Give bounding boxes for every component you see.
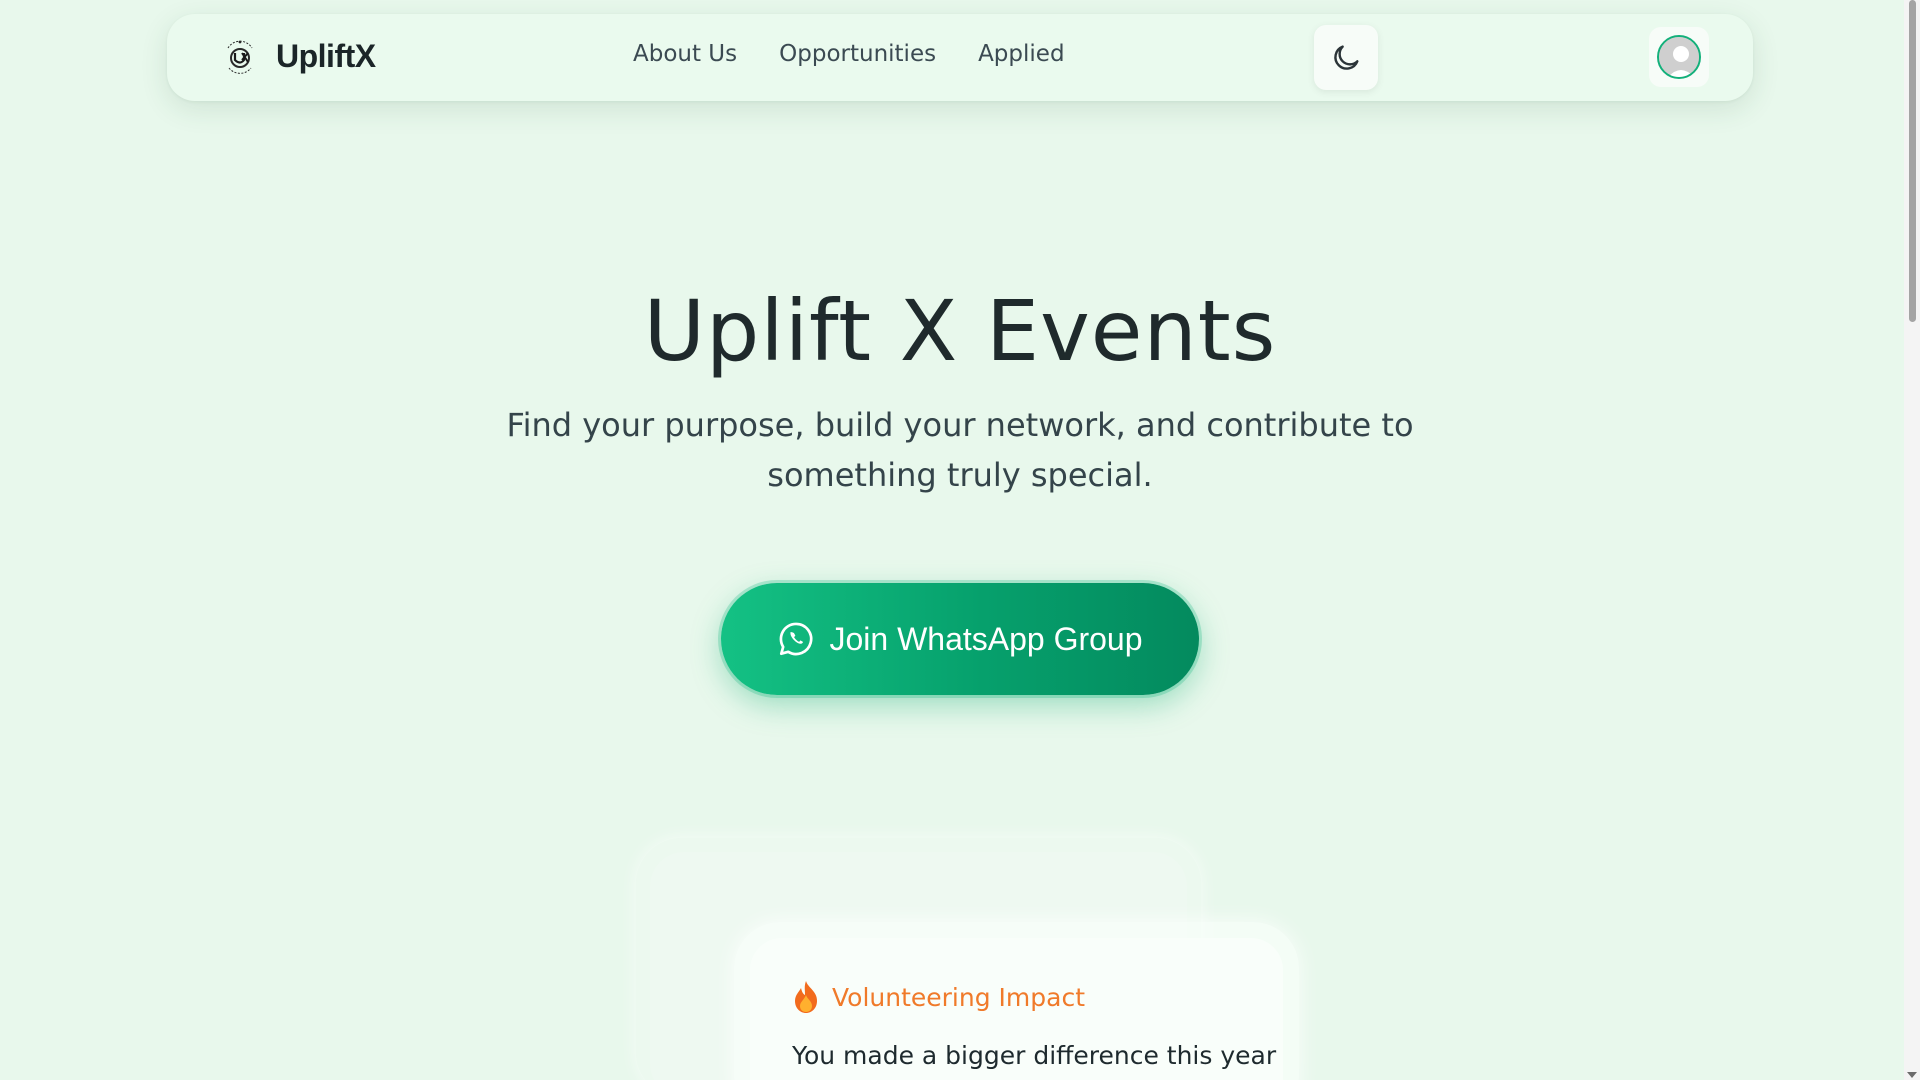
hero-subtitle: Find your purpose, build your network, a… [506, 406, 1414, 494]
moon-icon [1334, 44, 1359, 70]
user-avatar-icon [1657, 35, 1701, 79]
brand[interactable]: UpliftX [220, 34, 376, 78]
upliftx-logo-icon [220, 34, 260, 78]
nav-link-opportunities[interactable]: Opportunities [779, 41, 936, 67]
brand-name: UpliftX [276, 37, 376, 74]
impact-text: You made a bigger difference this year [792, 1041, 1277, 1070]
impact-header: Volunteering Impact [792, 980, 1085, 1014]
join-whatsapp-label: Join WhatsApp Group [829, 620, 1143, 657]
vertical-scrollbar[interactable] [1904, 0, 1920, 1080]
join-whatsapp-button[interactable]: Join WhatsApp Group [721, 583, 1199, 695]
profile-button[interactable] [1649, 27, 1709, 87]
scrollbar-thumb[interactable] [1909, 0, 1916, 322]
whatsapp-icon [780, 622, 813, 656]
nav-links: About Us Opportunities Applied [633, 41, 1065, 67]
scroll-down-arrow-icon[interactable] [1907, 1072, 1917, 1078]
nav-link-applied[interactable]: Applied [978, 41, 1064, 67]
nav-link-about-us[interactable]: About Us [633, 41, 737, 67]
hero-title: Uplift X Events [643, 282, 1277, 380]
top-navbar: UpliftX About Us Opportunities Applied [167, 14, 1753, 101]
theme-toggle-button[interactable] [1314, 25, 1378, 90]
flame-icon [795, 981, 817, 1013]
impact-label: Volunteering Impact [832, 982, 1086, 1012]
